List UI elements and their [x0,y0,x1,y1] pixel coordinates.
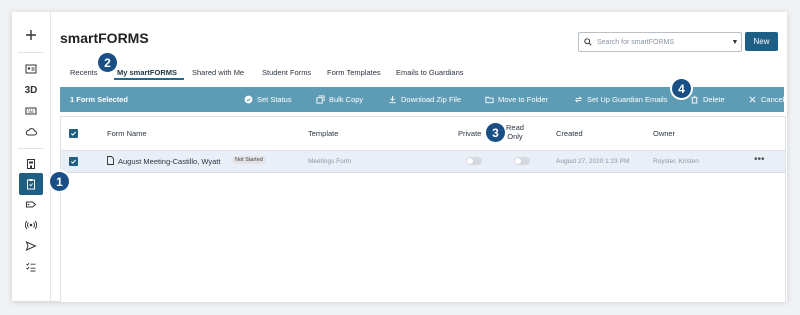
select-all-checkbox[interactable] [69,129,78,138]
folder-icon [485,96,494,104]
bulk-copy-button[interactable]: Bulk Copy [316,87,363,112]
callout-badge-4: 4 [672,79,691,98]
checkmark-icon [70,131,77,136]
delete-button[interactable]: Delete [690,87,725,112]
tab-recents[interactable]: Recents [70,68,98,77]
column-owner[interactable]: Owner [653,129,675,138]
rail-divider [18,148,44,149]
id-card-icon[interactable] [19,59,43,79]
app-card: 3D smartFORMS Search for smartFORMS ▼ Ne… [12,12,787,302]
keyboard-icon[interactable] [19,101,43,121]
tab-my-smartforms[interactable]: My smartFORMS [117,68,177,77]
column-form-name[interactable]: Form Name [107,129,147,138]
tab-shared-with-me[interactable]: Shared with Me [192,68,244,77]
3d-icon[interactable]: 3D [19,80,43,100]
form-owner: Royster, Kristen [653,158,699,165]
set-status-button[interactable]: Set Status [244,87,292,112]
page-title: smartFORMS [60,30,149,46]
clipboard-icon[interactable] [19,173,43,195]
building-icon[interactable] [19,154,43,174]
cancel-label: Cancel [761,95,785,104]
selection-count: 1 Form Selected [70,95,128,104]
send-icon[interactable] [19,236,43,256]
form-name[interactable]: August Meeting-Castillo, Wyatt [118,157,220,166]
form-created: August 27, 2020 1:23 PM [556,158,630,165]
form-template: Meetings Form [308,158,352,165]
checkmark-icon [70,159,77,164]
cloud-icon[interactable] [19,122,43,142]
trash-icon [691,95,698,104]
document-icon [107,156,114,167]
more-options-icon[interactable]: ••• [754,154,765,165]
move-to-folder-button[interactable]: Move to Folder [485,87,548,112]
search-input[interactable]: Search for smartFORMS [597,39,729,46]
column-read-only-line1: Read [506,123,524,132]
move-to-folder-label: Move to Folder [498,95,549,104]
broadcast-icon[interactable] [19,215,43,235]
read-only-toggle[interactable] [514,157,530,165]
column-created[interactable]: Created [556,129,583,138]
checklist-icon[interactable] [19,257,43,277]
download-zip-button[interactable]: Download Zip File [388,87,461,112]
forms-table: Form Name Template Private Read Only Cre… [60,116,786,302]
callout-badge-3: 3 [486,123,505,142]
row-checkbox[interactable] [69,157,78,166]
copy-icon [316,95,325,104]
private-toggle[interactable] [466,157,482,165]
download-icon [389,95,396,104]
cancel-button[interactable]: Cancel [748,87,784,112]
tab-emails-to-guardians[interactable]: Emails to Guardians [396,68,464,77]
callout-badge-2: 2 [98,53,117,72]
plus-icon[interactable] [19,25,43,45]
active-tab-indicator [114,78,184,80]
bulk-copy-label: Bulk Copy [329,95,364,104]
search-icon [584,38,594,46]
column-read-only[interactable]: Read Only [506,123,524,141]
delete-label: Delete [703,95,725,104]
callout-badge-1: 1 [50,172,69,191]
guardian-emails-label: Set Up Guardian Emails [587,95,668,104]
search-box[interactable]: Search for smartFORMS ▼ [578,32,742,52]
status-badge: Not Started [232,156,266,164]
set-status-label: Set Status [257,95,292,104]
column-read-only-line2: Only [507,132,523,141]
column-private[interactable]: Private [458,129,481,138]
guardian-emails-button[interactable]: Set Up Guardian Emails [574,87,667,112]
chevron-down-icon[interactable]: ▼ [729,39,741,46]
tab-student-forms[interactable]: Student Forms [262,68,311,77]
rail-divider [18,52,44,53]
new-button[interactable]: New [745,32,778,51]
table-header: Form Name Template Private Read Only Cre… [61,117,785,151]
left-rail: 3D [12,12,51,301]
check-circle-icon [244,95,253,104]
column-template[interactable]: Template [308,129,338,138]
tag-icon[interactable] [19,194,43,214]
tab-form-templates[interactable]: Form Templates [327,68,381,77]
share-arrows-icon [574,96,583,103]
table-row[interactable]: August Meeting-Castillo, Wyatt Not Start… [61,151,785,173]
download-zip-label: Download Zip File [401,95,462,104]
close-icon [749,96,756,103]
